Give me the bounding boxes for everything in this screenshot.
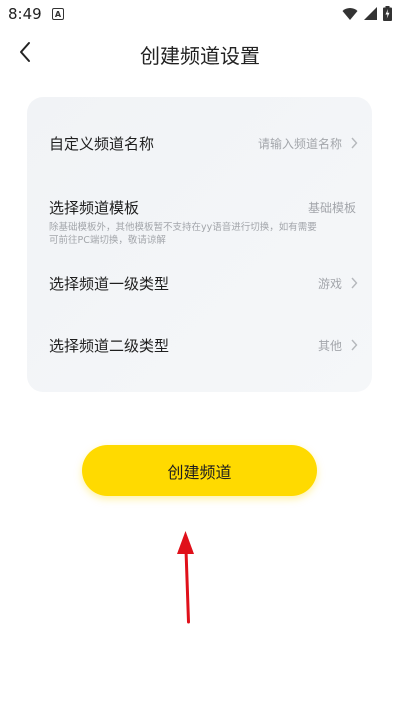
category2-row[interactable]: 选择频道二级类型 其他	[27, 324, 372, 369]
channel-template-row[interactable]: 选择频道模板 基础模板 除基础模板外，其他模板暂不支持在yy语音进行切换，如有需…	[27, 187, 372, 257]
channel-name-row[interactable]: 自定义频道名称 请输入频道名称	[27, 121, 372, 166]
category2-value: 其他	[317, 339, 342, 353]
channel-name-label: 自定义频道名称	[49, 135, 155, 153]
template-note-line1: 除基础模板外，其他模板暂不支持在yy语音进行切换，如有需要	[49, 222, 317, 233]
category2-label: 选择频道二级类型	[49, 337, 170, 355]
settings-card: 自定义频道名称 请输入频道名称 选择频道模板 基础模板 除基础模板外，其他模板暂…	[27, 97, 372, 392]
annotation-arrow-icon	[177, 531, 194, 624]
page-title: 创建频道设置	[140, 44, 260, 68]
template-note-line2: 可前往PC端切换，敬请谅解	[49, 235, 166, 246]
cellular-signal-icon	[364, 7, 377, 20]
channel-name-input[interactable]: 请输入频道名称	[258, 135, 342, 152]
notification-app-icon: A	[52, 8, 64, 20]
category1-label: 选择频道一级类型	[49, 275, 170, 293]
channel-template-value: 基础模板	[307, 201, 356, 215]
status-bar: 8:49 A	[0, 0, 400, 28]
status-time: 8:49	[8, 5, 42, 23]
wifi-icon	[342, 7, 358, 20]
create-channel-label: 创建频道	[167, 462, 232, 482]
template-note: 除基础模板外，其他模板暂不支持在yy语音进行切换，如有需要 可前往PC端切换，敬…	[49, 221, 359, 247]
chevron-right-icon	[351, 137, 358, 149]
create-channel-button[interactable]: 创建频道	[82, 445, 317, 496]
category1-value: 游戏	[317, 277, 342, 291]
chevron-right-icon	[351, 339, 358, 351]
status-indicators	[342, 6, 392, 21]
category1-row[interactable]: 选择频道一级类型 游戏	[27, 262, 372, 307]
chevron-right-icon	[351, 277, 358, 289]
battery-charging-icon	[383, 6, 392, 21]
nav-bar: 创建频道设置	[0, 28, 400, 78]
channel-template-label: 选择频道模板	[49, 199, 140, 217]
